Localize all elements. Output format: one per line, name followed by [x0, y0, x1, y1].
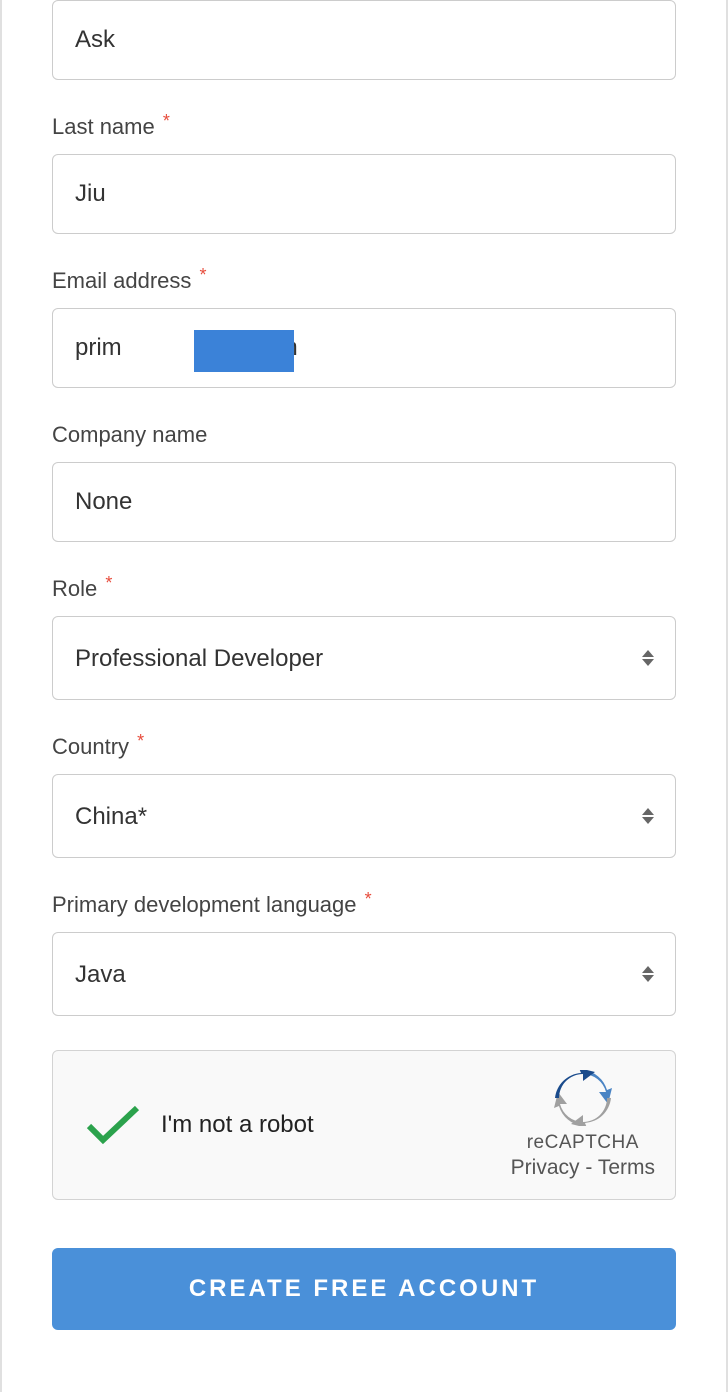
- role-label-text: Role: [52, 576, 97, 601]
- recaptcha-checkmark-icon: [83, 1103, 143, 1147]
- required-indicator: *: [200, 265, 207, 285]
- country-select-wrapper: China*: [52, 774, 676, 858]
- required-indicator: *: [365, 889, 372, 909]
- role-select-wrapper: Professional Developer: [52, 616, 676, 700]
- required-indicator: *: [105, 573, 112, 593]
- required-indicator: *: [163, 111, 170, 131]
- last-name-label-text: Last name: [52, 114, 155, 139]
- language-select[interactable]: Java: [52, 932, 676, 1016]
- first-name-group: [52, 0, 676, 80]
- create-account-button[interactable]: CREATE FREE ACCOUNT: [52, 1248, 676, 1330]
- role-select[interactable]: Professional Developer: [52, 616, 676, 700]
- recaptcha-brand-text: reCAPTCHA: [527, 1132, 639, 1154]
- country-label-text: Country: [52, 734, 129, 759]
- country-group: Country * China*: [52, 734, 676, 858]
- recaptcha-widget[interactable]: I'm not a robot reCAPTCHA Privacy - Term…: [52, 1050, 676, 1200]
- email-group: Email address *: [52, 268, 676, 388]
- role-group: Role * Professional Developer: [52, 576, 676, 700]
- recaptcha-logo-icon: [554, 1070, 612, 1126]
- language-select-wrapper: Java: [52, 932, 676, 1016]
- role-label: Role *: [52, 576, 676, 602]
- country-select[interactable]: China*: [52, 774, 676, 858]
- company-group: Company name: [52, 422, 676, 542]
- required-indicator: *: [137, 731, 144, 751]
- email-label-text: Email address: [52, 268, 191, 293]
- language-label-text: Primary development language: [52, 892, 357, 917]
- last-name-label: Last name *: [52, 114, 676, 140]
- first-name-input[interactable]: [52, 0, 676, 80]
- recaptcha-label: I'm not a robot: [161, 1111, 511, 1139]
- company-label-text: Company name: [52, 422, 207, 447]
- language-group: Primary development language * Java: [52, 892, 676, 1016]
- recaptcha-terms-link[interactable]: Terms: [598, 1156, 655, 1179]
- recaptcha-branding: reCAPTCHA Privacy - Terms: [511, 1070, 655, 1180]
- recaptcha-privacy-link[interactable]: Privacy: [511, 1156, 580, 1179]
- email-label: Email address *: [52, 268, 676, 294]
- form-container: Last name * Email address * Company name…: [0, 0, 728, 1392]
- country-label: Country *: [52, 734, 676, 760]
- recaptcha-links: Privacy - Terms: [511, 1156, 655, 1180]
- last-name-input[interactable]: [52, 154, 676, 234]
- email-input[interactable]: [52, 308, 676, 388]
- recaptcha-separator: -: [580, 1156, 598, 1179]
- company-label: Company name: [52, 422, 676, 448]
- last-name-group: Last name *: [52, 114, 676, 234]
- language-label: Primary development language *: [52, 892, 676, 918]
- company-input[interactable]: [52, 462, 676, 542]
- email-wrapper: [52, 308, 676, 388]
